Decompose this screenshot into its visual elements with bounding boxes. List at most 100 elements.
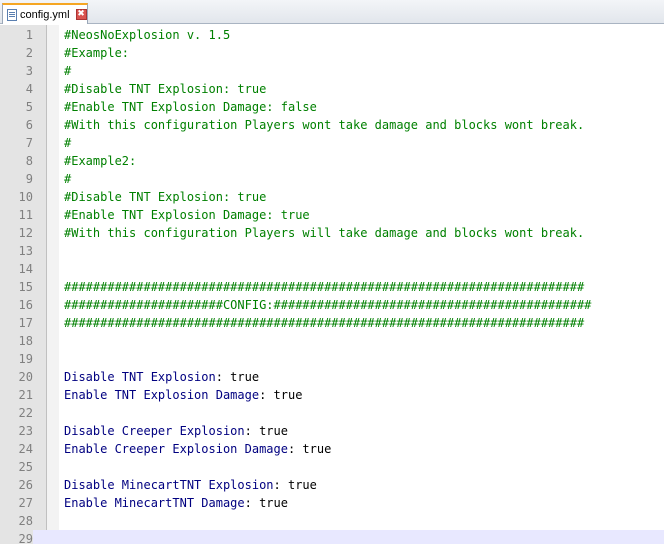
code-line[interactable]: 16 ######################CONFIG:#########… (0, 296, 664, 314)
line-number: 1 (25, 28, 33, 42)
code-line[interactable]: 12 #With this configuration Players will … (0, 224, 664, 242)
code-lines[interactable]: 1 #NeosNoExplosion v. 1.5 2 #Example: 3 #4 #Di… (0, 26, 664, 544)
line-number: 16 (18, 298, 33, 312)
code-line[interactable]: 18 (0, 332, 664, 350)
line-number: 13 (18, 244, 33, 258)
tab-label: config.yml (20, 8, 70, 21)
line-text: #Example: (64, 46, 130, 60)
line-number: 14 (18, 262, 33, 276)
code-line[interactable]: 26 Disable MinecartTNT Explosion: true (0, 476, 664, 494)
line-number: 7 (25, 136, 33, 150)
line-text: # (64, 172, 72, 186)
line-text: #Disable TNT Explosion: true (64, 82, 267, 96)
line-text: #Enable TNT Explosion Damage: false (64, 100, 317, 114)
code-line[interactable]: 9 # (0, 170, 664, 188)
config-value: true (287, 478, 317, 492)
line-text: Disable Creeper Explosion: true (64, 422, 288, 440)
line-text: #With this configuration Players wont ta… (64, 118, 585, 132)
code-line[interactable]: 28 (0, 512, 664, 530)
code-line[interactable]: 13 (0, 242, 664, 260)
config-key: Enable MinecartTNT Damage (64, 496, 245, 510)
line-number: 2 (25, 46, 33, 60)
config-key: Enable Creeper Explosion Damage (64, 442, 288, 456)
code-line[interactable]: 22 (0, 404, 664, 422)
config-value: true (259, 424, 288, 438)
line-number: 28 (18, 514, 33, 528)
code-line[interactable]: 17 ######################################… (0, 314, 664, 332)
config-key: Disable Creeper Explosion (64, 424, 245, 438)
line-number: 25 (18, 460, 33, 474)
tab-config-yml[interactable]: config.yml ✖ (2, 3, 88, 24)
code-line[interactable]: 3 # (0, 62, 664, 80)
key-separator: : (259, 388, 274, 402)
config-key: Disable MinecartTNT Explosion (64, 478, 274, 492)
code-line[interactable]: 29 (0, 530, 664, 544)
code-line[interactable]: 24 Enable Creeper Explosion Damage: true (0, 440, 664, 458)
line-text: ########################################… (64, 280, 585, 294)
line-number: 10 (18, 190, 33, 204)
key-separator: : (215, 370, 231, 384)
line-number: 8 (25, 154, 33, 168)
code-line[interactable]: 27 Enable MinecartTNT Damage: true (0, 494, 664, 512)
code-line[interactable]: 2 #Example: (0, 44, 664, 62)
line-number: 12 (18, 226, 33, 240)
line-number: 29 (0, 530, 33, 544)
code-line[interactable]: 10 #Disable TNT Explosion: true (0, 188, 664, 206)
line-text: ######################CONFIG:###########… (64, 298, 592, 312)
config-value: true (230, 370, 260, 384)
key-separator: : (287, 442, 303, 456)
line-number: 20 (18, 370, 33, 384)
config-key: Disable TNT Explosion (64, 370, 216, 384)
line-number: 23 (18, 424, 33, 438)
line-number: 15 (18, 280, 33, 294)
code-line[interactable]: 8 #Example2: (0, 152, 664, 170)
key-separator: : (244, 496, 260, 510)
line-text: Disable TNT Explosion: true (64, 368, 259, 386)
line-number: 11 (18, 208, 33, 222)
code-line[interactable]: 4 #Disable TNT Explosion: true (0, 80, 664, 98)
code-line[interactable]: 1 #NeosNoExplosion v. 1.5 (0, 26, 664, 44)
code-line[interactable]: 6 #With this configuration Players wont t… (0, 116, 664, 134)
line-text: # (64, 136, 72, 150)
line-number: 27 (18, 496, 33, 510)
line-text: Enable TNT Explosion Damage: true (64, 386, 302, 404)
line-text: #Enable TNT Explosion Damage: true (64, 208, 310, 222)
code-editor[interactable]: 1 #NeosNoExplosion v. 1.5 2 #Example: 3 #4 #Di… (0, 25, 664, 544)
line-number: 5 (25, 100, 33, 114)
code-line[interactable]: 11 #Enable TNT Explosion Damage: true (0, 206, 664, 224)
code-line[interactable]: 5 #Enable TNT Explosion Damage: false (0, 98, 664, 116)
config-value: true (302, 442, 332, 456)
line-text: # (64, 64, 72, 78)
line-text: Disable MinecartTNT Explosion: true (64, 476, 317, 494)
code-line[interactable]: 20 Disable TNT Explosion: true (0, 368, 664, 386)
key-separator: : (244, 424, 260, 438)
code-line[interactable]: 19 (0, 350, 664, 368)
line-text: #Example2: (64, 154, 137, 168)
line-number: 3 (25, 64, 33, 78)
close-icon[interactable]: ✖ (75, 9, 87, 20)
code-line[interactable]: 7 # (0, 134, 664, 152)
line-number: 18 (18, 334, 33, 348)
line-text: ########################################… (64, 316, 585, 330)
line-text: #With this configuration Players will ta… (64, 226, 585, 240)
tab-bar: config.yml ✖ (0, 0, 664, 24)
code-line[interactable]: 15 ######################################… (0, 278, 664, 296)
code-line[interactable]: 23 Disable Creeper Explosion: true (0, 422, 664, 440)
line-number: 6 (25, 118, 33, 132)
line-number: 22 (18, 406, 33, 420)
config-value: true (273, 388, 303, 402)
line-text: #NeosNoExplosion v. 1.5 (64, 28, 231, 42)
line-text: #Disable TNT Explosion: true (64, 190, 267, 204)
config-key: Enable TNT Explosion Damage (64, 388, 260, 402)
code-line[interactable]: 25 (0, 458, 664, 476)
line-number: 19 (18, 352, 33, 366)
code-line[interactable]: 14 (0, 260, 664, 278)
key-separator: : (273, 478, 288, 492)
code-line[interactable]: 21 Enable TNT Explosion Damage: true (0, 386, 664, 404)
line-number: 24 (18, 442, 33, 456)
line-number: 21 (18, 388, 33, 402)
line-text: Enable MinecartTNT Damage: true (64, 494, 288, 512)
file-icon (7, 8, 17, 21)
line-number: 17 (18, 316, 33, 330)
line-number: 4 (25, 82, 33, 96)
